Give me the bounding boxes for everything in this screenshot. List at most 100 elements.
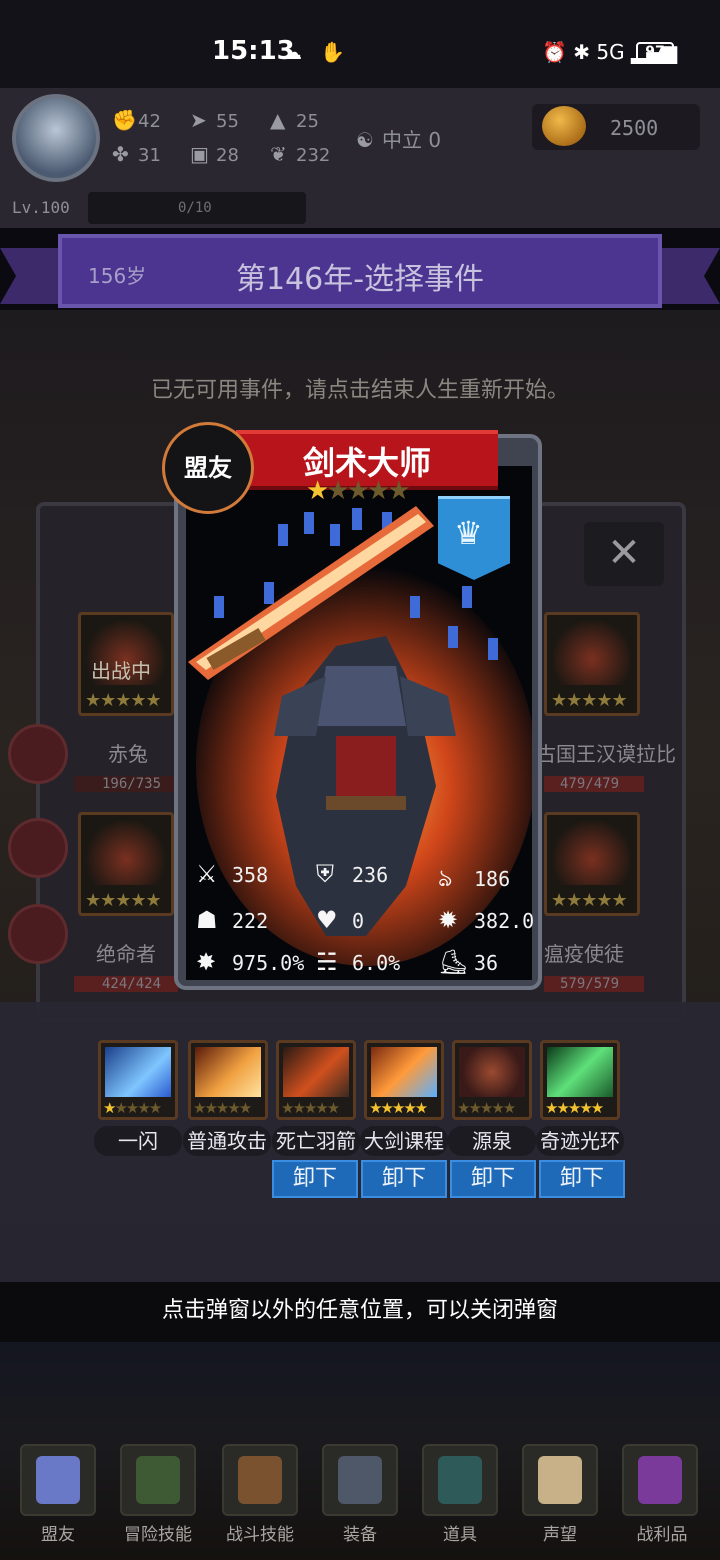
team-slot-2[interactable]: ★★★★★ — [544, 612, 640, 716]
armor-icon: ▣ — [190, 142, 209, 166]
deployed-tag: 出战中 — [91, 659, 151, 683]
nav-label: 装备 — [343, 1525, 377, 1545]
burst-icon: ✹ — [438, 906, 459, 934]
unequip-button[interactable]: 卸下 — [539, 1160, 625, 1198]
notification-icons: ☁ ✋ — [282, 40, 352, 64]
unit-hp: 579/579 — [560, 976, 620, 992]
card-stars: ★★★★★ — [306, 476, 411, 506]
nav-label: 道具 — [443, 1525, 477, 1545]
gold-coin-icon — [542, 106, 586, 146]
skill-art — [195, 1047, 261, 1097]
unit-stars: ★★★★★ — [85, 890, 162, 911]
nav-ally-button[interactable] — [20, 1444, 96, 1516]
hood-icon: ☗ — [196, 906, 218, 934]
fist-icon: ✊ — [112, 108, 137, 132]
stat-strength: ✊42 — [112, 108, 161, 132]
attr-evasion: ☵ 6.0% — [316, 948, 401, 976]
nav-adventure-skill-button[interactable] — [120, 1444, 196, 1516]
bag-icon — [438, 1456, 482, 1504]
team-slot-4[interactable]: ★★★★★ — [544, 812, 640, 916]
unit-name: 绝命者 — [96, 942, 156, 966]
sword-icon: ⚔ — [196, 860, 218, 888]
scroll-icon — [538, 1456, 582, 1504]
year-banner: 156岁 第146年-选择事件 — [58, 234, 662, 308]
skill-art — [459, 1047, 525, 1097]
attr-attack: ⚔ 358 — [196, 860, 269, 888]
skill-name: 一闪 — [94, 1126, 182, 1156]
skill-name: 大剑课程 — [360, 1126, 448, 1156]
skill-slot-1[interactable]: ★★★★★ — [98, 1040, 178, 1120]
skill-stars: ★★★★★ — [193, 1099, 252, 1117]
ally-icon — [36, 1456, 80, 1504]
skill-stars: ★★★★★ — [457, 1099, 516, 1117]
nav-reputation-button[interactable] — [522, 1444, 598, 1516]
unequip-button[interactable]: 卸下 — [361, 1160, 447, 1198]
skill-stars: ★★★★★ — [545, 1099, 604, 1117]
unequip-button[interactable]: 卸下 — [450, 1160, 536, 1198]
skill-name: 普通攻击 — [183, 1126, 271, 1156]
stat-agility: ➤ 55 — [190, 108, 239, 132]
crown-icon: ♛ — [454, 514, 483, 552]
banner-title: 第146年-选择事件 — [235, 262, 485, 297]
event-notice: 已无可用事件，请点击结束人生重新开始。 — [150, 378, 569, 403]
skill-stars: ★★★★★ — [369, 1099, 428, 1117]
unit-portrait — [553, 821, 631, 885]
ally-badge: 盟友 — [162, 422, 254, 514]
unit-name: 瘟疫使徒 — [544, 942, 624, 966]
skill-slot-2[interactable]: ★★★★★ — [188, 1040, 268, 1120]
side-button[interactable] — [8, 724, 68, 784]
team-slot-3[interactable]: ★★★★★ — [78, 812, 174, 916]
skill-stars: ★★★★★ — [103, 1099, 162, 1117]
skill-name: 源泉 — [448, 1126, 536, 1156]
skill-name: 奇迹光环 — [536, 1126, 624, 1156]
side-button[interactable] — [8, 818, 68, 878]
nav-label: 盟友 — [41, 1525, 75, 1545]
nav-combat-skill-button[interactable] — [222, 1444, 298, 1516]
attr-defense: ⛨ 236 — [316, 860, 389, 888]
heart-icon: ♥ — [316, 906, 338, 934]
crossed-swords-icon — [338, 1456, 382, 1504]
close-hint[interactable]: 点击弹窗以外的任意位置，可以关闭弹窗 — [0, 1282, 720, 1342]
skill-slot-4[interactable]: ★★★★★ — [364, 1040, 444, 1120]
attr-heart: ♥ 0 — [316, 906, 365, 934]
nav-label: 声望 — [543, 1525, 577, 1545]
unit-hp: 424/424 — [102, 976, 162, 992]
close-button[interactable]: ✕ — [584, 522, 664, 586]
boot-icon: ⛸ — [438, 948, 469, 976]
avatar[interactable] — [12, 94, 100, 182]
nav-items-button[interactable] — [422, 1444, 498, 1516]
witch-hat-icon: ▲ — [270, 108, 286, 132]
unit-portrait — [553, 621, 631, 685]
attr-speed: ঌ 186 — [438, 860, 510, 900]
battery-icon: 97 — [636, 42, 674, 62]
side-button[interactable] — [8, 904, 68, 964]
unit-stars: ★★★★★ — [551, 690, 628, 711]
stat-intelligence: ▲ 25 — [270, 108, 319, 132]
skill-art — [371, 1047, 437, 1097]
skill-slot-6[interactable]: ★★★★★ — [540, 1040, 620, 1120]
speed-icon: ঌ — [438, 864, 453, 892]
alignment: ☯ 中立 0 — [356, 128, 442, 152]
nav-label: 战斗技能 — [226, 1525, 294, 1545]
skill-art — [547, 1047, 613, 1097]
nav-equipment-button[interactable] — [322, 1444, 398, 1516]
book-icon — [136, 1456, 180, 1504]
unit-hp: 479/479 — [560, 776, 620, 792]
skill-slot-5[interactable]: ★★★★★ — [452, 1040, 532, 1120]
skill-slot-3[interactable]: ★★★★★ — [276, 1040, 356, 1120]
unequip-button[interactable]: 卸下 — [272, 1160, 358, 1198]
skill-name: 死亡羽箭 — [272, 1126, 360, 1156]
unit-name: 赤兔 — [108, 742, 148, 766]
tornado-icon: ☵ — [316, 948, 338, 976]
team-slot-1[interactable]: 出战中 ★★★★★ — [78, 612, 174, 716]
attr-move: ⛸ 36 — [438, 948, 499, 976]
nav-loot-button[interactable] — [622, 1444, 698, 1516]
crit-icon: ✸ — [196, 948, 217, 976]
nav-label: 冒险技能 — [124, 1525, 192, 1545]
skill-art — [283, 1047, 349, 1097]
exp-text: 0/10 — [178, 200, 212, 216]
unit-stars: ★★★★★ — [85, 690, 162, 711]
gold-amount: 2500 — [610, 116, 659, 140]
stat-luck: ✤ 31 — [112, 142, 161, 166]
unit-hp: 196/735 — [102, 776, 162, 792]
